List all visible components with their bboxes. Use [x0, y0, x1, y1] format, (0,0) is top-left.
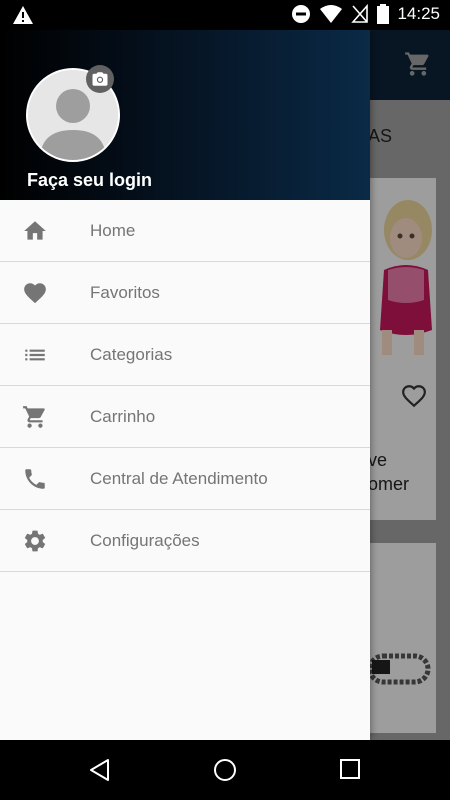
menu-item-label: Favoritos	[90, 282, 160, 302]
heart-icon	[24, 283, 46, 304]
battery-icon	[377, 4, 390, 24]
menu-item-configuracoes[interactable]: Configurações	[0, 510, 370, 572]
recents-icon[interactable]	[339, 758, 361, 780]
drawer-menu: Home Favoritos Categorias Carrinho Centr…	[0, 200, 370, 572]
menu-item-home[interactable]: Home	[0, 200, 370, 262]
system-nav-bar	[0, 740, 450, 800]
back-icon[interactable]	[88, 758, 112, 782]
menu-item-label: Configurações	[90, 530, 200, 550]
home-icon	[24, 221, 46, 240]
menu-item-carrinho[interactable]: Carrinho	[0, 386, 370, 448]
gear-icon	[24, 530, 46, 552]
wifi-icon	[320, 5, 343, 23]
menu-item-favoritos[interactable]: Favoritos	[0, 262, 370, 324]
menu-item-label: Categorias	[90, 344, 173, 364]
do-not-disturb-icon	[292, 5, 311, 23]
login-link[interactable]: Faça seu login	[27, 170, 152, 191]
menu-item-categorias[interactable]: Categorias	[0, 324, 370, 386]
warning-icon	[13, 6, 33, 24]
status-time: 14:25	[397, 4, 440, 23]
home-circle-icon[interactable]	[213, 758, 237, 782]
drawer-header: Faça seu login	[0, 30, 370, 200]
navigation-drawer: Faça seu login Home Favoritos Categorias…	[0, 30, 370, 740]
phone-icon	[25, 469, 45, 489]
list-icon	[25, 349, 45, 361]
cart-icon	[23, 406, 45, 428]
no-signal-icon	[351, 4, 369, 23]
menu-item-label: Home	[90, 220, 136, 240]
camera-icon[interactable]	[86, 65, 114, 93]
drawer-scrim[interactable]	[370, 30, 450, 740]
menu-item-label: Central de Atendimento	[90, 468, 268, 488]
menu-item-label: Carrinho	[90, 406, 156, 426]
menu-item-central-de-atendimento[interactable]: Central de Atendimento	[0, 448, 370, 510]
status-bar: 14:25	[0, 0, 450, 30]
